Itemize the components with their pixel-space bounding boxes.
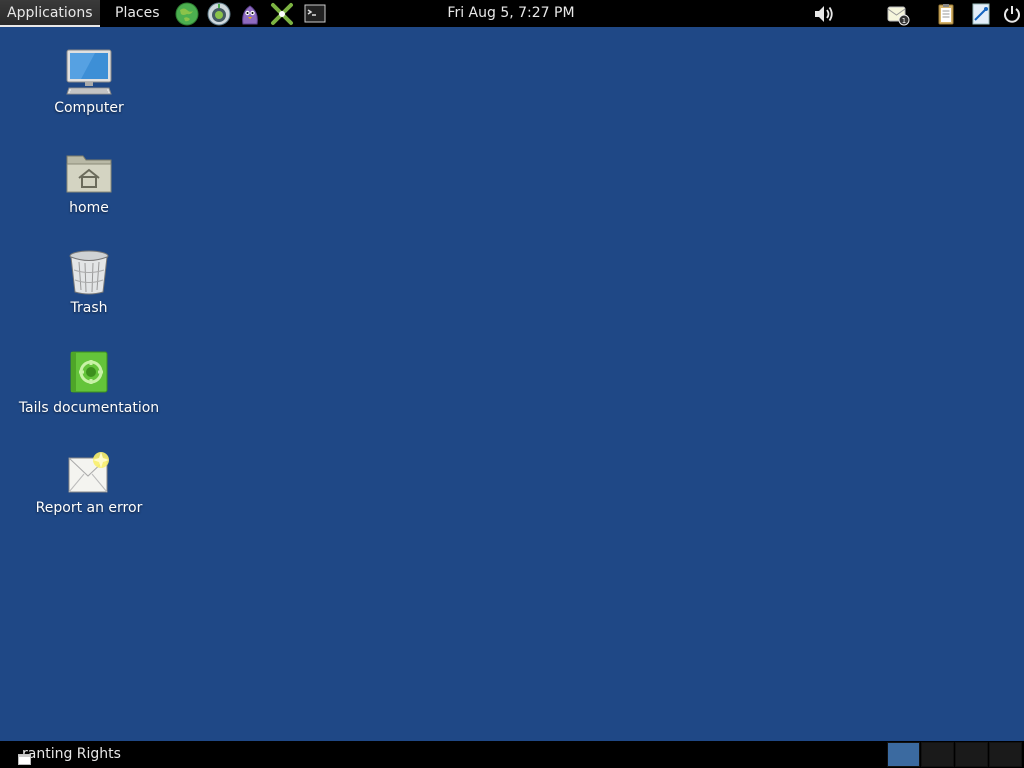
svg-text:1: 1	[902, 17, 906, 25]
taskbar-window-button[interactable]: ranting Rights	[18, 741, 121, 768]
desktop-icon-trash[interactable]: Trash	[14, 248, 164, 316]
applications-menu[interactable]: Applications	[0, 0, 100, 27]
places-menu[interactable]: Places	[108, 0, 167, 27]
home-folder-icon	[65, 148, 113, 196]
desktop-icon-report-an-error[interactable]: Report an error	[14, 448, 164, 516]
desktop-icon-label: Tails documentation	[18, 400, 160, 416]
volume-icon[interactable]	[812, 2, 836, 26]
onion-browser-icon[interactable]	[207, 2, 231, 26]
terminal-icon[interactable]	[303, 2, 327, 26]
desktop-icon-label: home	[69, 200, 109, 216]
bottom-panel: ranting Rights	[0, 741, 1024, 768]
desktop-icon-label: Report an error	[35, 500, 143, 516]
top-panel: Applications Places Fri Aug 5, 7:27 PM 1	[0, 0, 1024, 27]
clipboard-icon[interactable]	[934, 2, 958, 26]
report-error-icon	[65, 448, 113, 496]
taskbar-window-label: ranting Rights	[22, 746, 121, 762]
power-icon[interactable]	[1000, 2, 1024, 26]
computer-icon	[65, 48, 113, 96]
desktop-icon-computer[interactable]: Computer	[14, 48, 164, 116]
globe-icon[interactable]	[175, 2, 199, 26]
keepassx-icon[interactable]	[270, 2, 294, 26]
clock[interactable]: Fri Aug 5, 7:27 PM	[430, 0, 592, 27]
workspace-1[interactable]	[887, 742, 920, 767]
pidgin-icon[interactable]	[238, 2, 262, 26]
workspace-2[interactable]	[921, 742, 954, 767]
desktop-icon-label: Trash	[70, 300, 108, 316]
desktop-icon-home[interactable]: home	[14, 148, 164, 216]
accessibility-icon[interactable]	[969, 2, 993, 26]
trash-icon	[65, 248, 113, 296]
window-icon	[18, 748, 31, 765]
desktop-icon-label: Computer	[54, 100, 124, 116]
desktop-icon-tails-documentation[interactable]: Tails documentation	[14, 348, 164, 416]
documentation-icon	[65, 348, 113, 396]
notification-icon[interactable]: 1	[886, 2, 910, 26]
workspace-4[interactable]	[989, 742, 1022, 767]
workspace-3[interactable]	[955, 742, 988, 767]
